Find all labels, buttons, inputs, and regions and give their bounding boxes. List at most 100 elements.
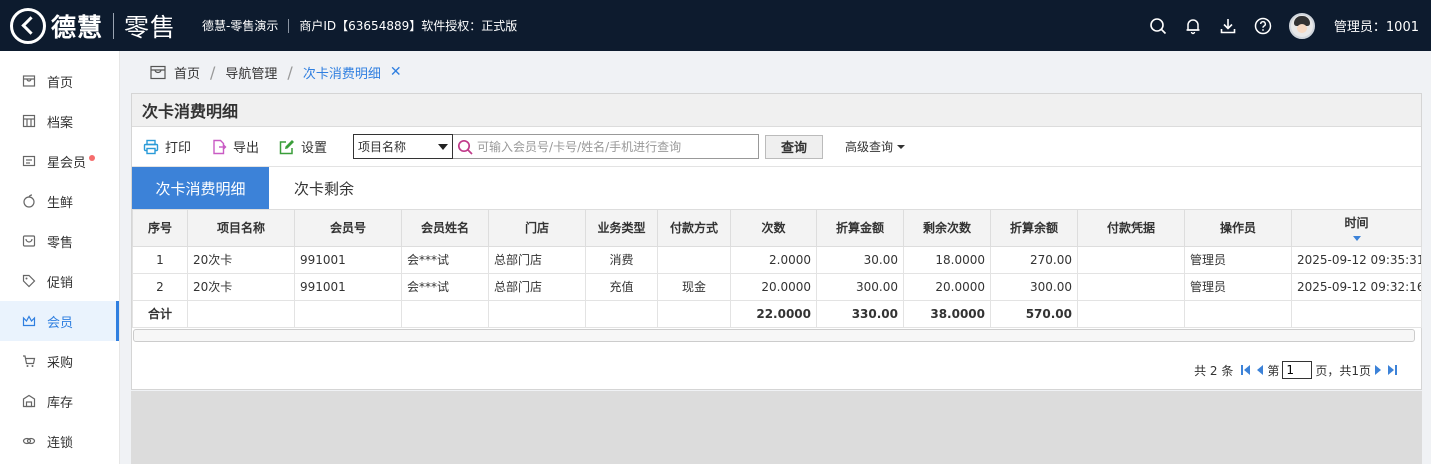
sidebar-item-archive[interactable]: 档案 — [0, 101, 119, 141]
cell — [401, 299, 489, 328]
sort-desc-icon — [1352, 235, 1361, 241]
tab-card-consumption-detail[interactable]: 次卡消费明细 — [132, 167, 269, 209]
crown-icon — [22, 314, 36, 328]
export-icon — [213, 139, 227, 154]
field-select[interactable]: 项目名称 — [353, 134, 454, 159]
horizontal-scrollbar[interactable] — [133, 328, 1415, 342]
sidebar-item-member[interactable]: 会员 — [0, 301, 119, 341]
breadcrumb-current[interactable]: 次卡消费明细 — [303, 63, 381, 82]
breadcrumb-nav[interactable]: 导航管理 — [225, 63, 277, 82]
export-button[interactable]: 导出 — [211, 137, 259, 156]
search-icon — [457, 139, 473, 155]
field-select-value: 项目名称 — [358, 140, 407, 154]
breadcrumb-home[interactable]: 首页 — [174, 63, 200, 82]
column-header[interactable]: 折算余额 — [990, 210, 1078, 247]
warehouse-icon — [22, 394, 36, 408]
cell — [657, 245, 731, 274]
column-header[interactable]: 会员号 — [294, 210, 402, 247]
cell — [1077, 272, 1185, 301]
column-header[interactable]: 次数 — [730, 210, 817, 247]
main-panel: 次卡消费明细 打印 导出 设置 项目名称 查询 高级查询 次卡消费明细 次卡剩余 — [131, 93, 1422, 390]
column-header[interactable]: 业务类型 — [585, 210, 658, 247]
cell: 2.0000 — [730, 245, 817, 274]
sidebar-item-label: 连锁 — [47, 435, 74, 451]
tab-card-remaining[interactable]: 次卡剩余 — [269, 167, 379, 209]
edit-settings-icon — [279, 139, 295, 154]
download-icon[interactable] — [1219, 17, 1237, 35]
search-icon[interactable] — [1149, 17, 1167, 35]
help-icon[interactable] — [1254, 17, 1272, 35]
sidebar-item-retail[interactable]: 零售 — [0, 221, 119, 261]
logo[interactable]: 德慧 零售 — [0, 0, 176, 51]
cell: 18.0000 — [903, 245, 991, 274]
export-label: 导出 — [233, 141, 260, 156]
top-info: 德慧-零售演示 商户ID【63654889】软件授权：正式版 — [202, 17, 517, 34]
sidebar-item-label: 采购 — [47, 355, 74, 371]
column-header[interactable]: 付款凭据 — [1077, 210, 1185, 247]
prev-page-icon[interactable] — [1254, 364, 1266, 376]
pagination: 共 2 条 第 页，共1页 — [1194, 361, 1399, 379]
top-bar: 德慧 零售 德慧-零售演示 商户ID【63654889】软件授权：正式版 管理员… — [0, 0, 1431, 51]
first-page-icon[interactable] — [1240, 364, 1252, 376]
column-header[interactable]: 操作员 — [1184, 210, 1292, 247]
bell-icon[interactable] — [1184, 17, 1202, 35]
column-header-time[interactable]: 时间 — [1291, 210, 1422, 247]
column-header[interactable]: 付款方式 — [657, 210, 731, 247]
avatar[interactable] — [1288, 12, 1315, 39]
top-right-tools: 管理员：1001 — [1132, 0, 1419, 51]
summary-label: 合计 — [132, 299, 188, 328]
page-number-input[interactable] — [1282, 361, 1313, 379]
sidebar-item-label: 生鲜 — [47, 195, 74, 211]
settings-button[interactable]: 设置 — [279, 137, 327, 156]
vip-card-icon — [22, 154, 36, 168]
table-row[interactable]: 1 20次卡 991001 会***试 总部门店 消费 2.0000 30.00… — [132, 245, 1422, 274]
sidebar-item-inventory[interactable]: 库存 — [0, 381, 119, 421]
data-table: 序号 项目名称 会员号 会员姓名 门店 业务类型 付款方式 次数 折算金额 剩余… — [132, 210, 1422, 328]
cell: 300.00 — [816, 272, 904, 301]
last-page-icon[interactable] — [1386, 364, 1398, 376]
sidebar-item-label: 零售 — [47, 235, 74, 251]
cell: 20次卡 — [187, 245, 295, 274]
column-header-label: 时间 — [1344, 216, 1369, 231]
cell — [1077, 299, 1185, 328]
breadcrumb: 首页 / 导航管理 / 次卡消费明细 ✕ — [150, 62, 402, 82]
cell — [187, 299, 295, 328]
column-header[interactable]: 剩余次数 — [903, 210, 991, 247]
cell: 管理员 — [1184, 245, 1292, 274]
total-count: 共 2 条 — [1194, 363, 1234, 378]
cell — [657, 299, 731, 328]
close-tab-icon[interactable]: ✕ — [390, 64, 402, 80]
tab-bar: 次卡消费明细 次卡剩余 — [132, 167, 1421, 210]
summary-count: 22.0000 — [730, 299, 817, 328]
cell: 消费 — [585, 245, 658, 274]
column-header[interactable]: 门店 — [488, 210, 586, 247]
sidebar-item-star-member[interactable]: 星会员 — [0, 141, 119, 181]
sidebar-item-label: 档案 — [47, 115, 74, 131]
cell: 会***试 — [401, 272, 489, 301]
query-button[interactable]: 查询 — [765, 134, 824, 159]
content-background — [131, 391, 1422, 464]
sidebar-item-promotion[interactable]: 促销 — [0, 261, 119, 301]
cell: 2 — [132, 272, 188, 301]
cart-icon — [22, 354, 36, 368]
sidebar: 首页 档案 星会员 生鲜 零售 促销 会员 采购 库存 连锁 — [0, 51, 120, 464]
page-prefix: 第 — [1267, 363, 1280, 378]
column-header[interactable]: 项目名称 — [187, 210, 295, 247]
cell: 会***试 — [401, 245, 489, 274]
next-page-icon[interactable] — [1372, 364, 1384, 376]
advanced-query-button[interactable]: 高级查询 — [845, 138, 906, 155]
sidebar-item-fresh[interactable]: 生鲜 — [0, 181, 119, 221]
admin-user[interactable]: 管理员：1001 — [1334, 16, 1419, 35]
column-header[interactable]: 序号 — [132, 210, 188, 247]
column-header[interactable]: 会员姓名 — [401, 210, 489, 247]
table-row[interactable]: 2 20次卡 991001 会***试 总部门店 充值 现金 20.0000 3… — [132, 272, 1422, 301]
sidebar-item-chain[interactable]: 连锁 — [0, 421, 119, 461]
search-input[interactable] — [477, 139, 748, 154]
column-header[interactable]: 折算金额 — [816, 210, 904, 247]
summary-row: 合计 22.0000 330.00 38.0000 570.00 — [132, 299, 1422, 328]
sidebar-item-purchase[interactable]: 采购 — [0, 341, 119, 381]
cell: 管理员 — [1184, 272, 1292, 301]
cell: 300.00 — [990, 272, 1078, 301]
sidebar-item-home[interactable]: 首页 — [0, 61, 119, 101]
print-button[interactable]: 打印 — [143, 137, 191, 156]
